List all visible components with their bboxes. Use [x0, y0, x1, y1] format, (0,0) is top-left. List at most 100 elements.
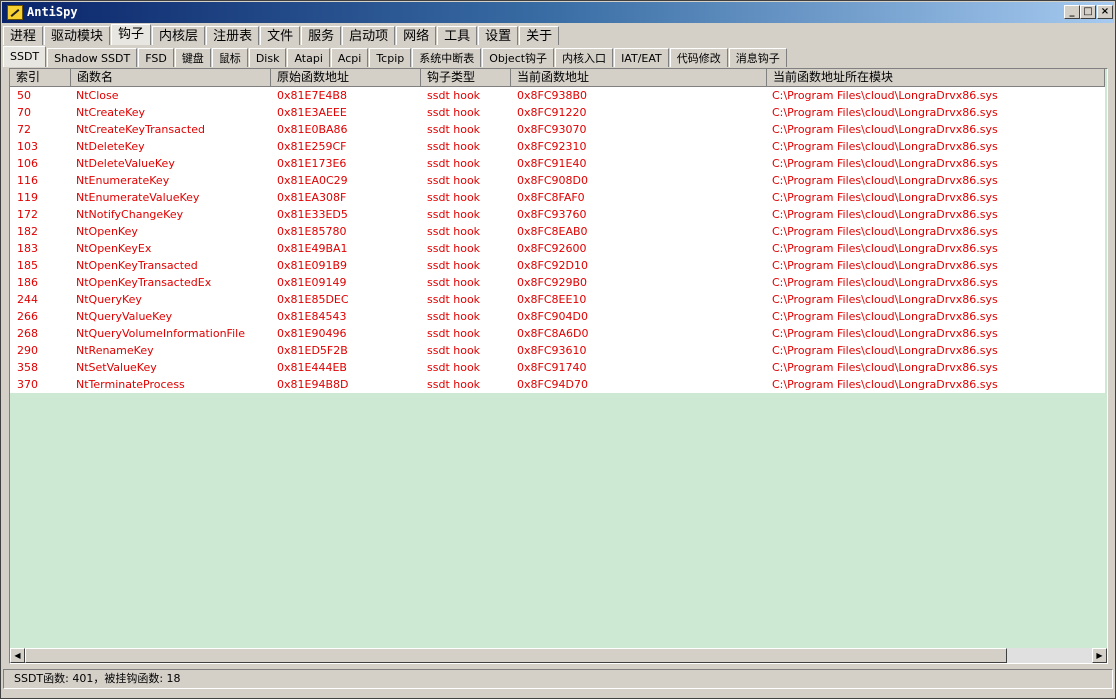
table-cell: 0x81E444EB	[277, 361, 347, 374]
sub-tab-12[interactable]: IAT/EAT	[614, 48, 669, 67]
sub-tab-5[interactable]: Disk	[248, 48, 287, 67]
table-cell: 0x8FC93610	[517, 344, 587, 357]
column-header-5[interactable]: 当前函数地址所在模块	[767, 69, 1105, 87]
table-row[interactable]: 172 NtNotifyChangeKey 0x81E33ED5 ssdt hook 0…	[10, 206, 1105, 223]
main-tab-0[interactable]: 进程	[3, 26, 44, 45]
column-header-3[interactable]: 钩子类型	[421, 69, 511, 87]
table-cell: 0x8FC92310	[517, 140, 587, 153]
table-cell: 0x81E7E4B8	[277, 89, 347, 102]
table-cell: NtOpenKeyTransacted	[76, 259, 198, 272]
table-cell: 103	[17, 140, 38, 153]
table-row[interactable]: 72 NtCreateKeyTransacted 0x81E0BA86 ssdt ho…	[10, 121, 1105, 138]
table-cell: ssdt hook	[427, 327, 481, 340]
table-cell: 244	[17, 293, 38, 306]
table-cell: 0x8FC92D10	[517, 259, 588, 272]
table-row[interactable]: 70 NtCreateKey 0x81E3AEEE ssdt hook 0x8FC912…	[10, 104, 1105, 121]
table-row[interactable]: 185 NtOpenKeyTransacted 0x81E091B9 ssdt hoo…	[10, 257, 1105, 274]
sub-tab-3[interactable]: 键盘	[174, 48, 211, 67]
column-header-0[interactable]: 索引	[10, 69, 71, 87]
sub-tab-7[interactable]: Acpi	[330, 48, 369, 67]
table-row[interactable]: 268 NtQueryVolumeInformationFile 0x81E9049…	[10, 325, 1105, 342]
sub-tab-11[interactable]: 内核入口	[555, 48, 614, 67]
table-cell: 0x81E3AEEE	[277, 106, 347, 119]
sub-tab-14[interactable]: 消息钩子	[728, 48, 787, 67]
table-cell: C:\Program Files\cloud\LongraDrvx86.sys	[772, 106, 998, 119]
main-tab-3[interactable]: 内核层	[152, 26, 206, 45]
table-cell: NtClose	[76, 89, 119, 102]
main-tab-6[interactable]: 服务	[301, 26, 342, 45]
table-row[interactable]: 103 NtDeleteKey 0x81E259CF ssdt hook 0x8FC92…	[10, 138, 1105, 155]
table-cell: NtCreateKey	[76, 106, 146, 119]
table-cell: 0x8FC91E40	[517, 157, 587, 170]
table-row[interactable]: 119 NtEnumerateValueKey 0x81EA308F ssdt hoo…	[10, 189, 1105, 206]
table-cell: C:\Program Files\cloud\LongraDrvx86.sys	[772, 344, 998, 357]
sub-tab-9[interactable]: 系统中断表	[412, 48, 482, 67]
table-row[interactable]: 290 NtRenameKey 0x81ED5F2B ssdt hook 0x8FC93…	[10, 342, 1105, 359]
column-header-4[interactable]: 当前函数地址	[511, 69, 767, 87]
main-tab-10[interactable]: 设置	[478, 26, 519, 45]
table-row[interactable]: 183 NtOpenKeyEx 0x81E49BA1 ssdt hook 0x8FC92…	[10, 240, 1105, 257]
table-cell: C:\Program Files\cloud\LongraDrvx86.sys	[772, 140, 998, 153]
table-cell: 116	[17, 174, 38, 187]
table-cell: ssdt hook	[427, 157, 481, 170]
scroll-left-icon[interactable]: ◀	[10, 648, 25, 663]
table-cell: ssdt hook	[427, 378, 481, 391]
sub-tab-4[interactable]: 鼠标	[211, 48, 248, 67]
horizontal-scrollbar[interactable]: ◀ ▶	[10, 648, 1107, 663]
sub-tab-10[interactable]: Object钩子	[482, 48, 555, 67]
table-cell: 0x81E94B8D	[277, 378, 349, 391]
app-icon	[7, 5, 23, 20]
table-cell: 0x8FC91740	[517, 361, 587, 374]
minimize-button[interactable]: _	[1064, 5, 1080, 19]
column-header-1[interactable]: 函数名	[71, 69, 271, 87]
table-cell: C:\Program Files\cloud\LongraDrvx86.sys	[772, 259, 998, 272]
table-cell: NtEnumerateValueKey	[76, 191, 200, 204]
main-tab-11[interactable]: 关于	[519, 26, 560, 45]
main-tab-7[interactable]: 启动项	[342, 26, 396, 45]
table-row[interactable]: 182 NtOpenKey 0x81E85780 ssdt hook 0x8FC8EAB…	[10, 223, 1105, 240]
main-tab-1[interactable]: 驱动模块	[44, 26, 111, 45]
table-cell: 0x81E49BA1	[277, 242, 348, 255]
table-cell: ssdt hook	[427, 89, 481, 102]
sub-tab-1[interactable]: Shadow SSDT	[47, 48, 138, 67]
hook-list[interactable]: 索引 函数名 原始函数地址 钩子类型 当前函数地址 当前函数地址所在模块 50 NtClos…	[9, 68, 1108, 664]
table-cell: ssdt hook	[427, 106, 481, 119]
table-row[interactable]: 266 NtQueryValueKey 0x81E84543 ssdt hook 0x8…	[10, 308, 1105, 325]
table-row[interactable]: 116 NtEnumerateKey 0x81EA0C29 ssdt hook 0x8F…	[10, 172, 1105, 189]
sub-tab-0[interactable]: SSDT	[3, 46, 47, 67]
table-cell: C:\Program Files\cloud\LongraDrvx86.sys	[772, 327, 998, 340]
table-row[interactable]: 106 NtDeleteValueKey 0x81E173E6 ssdt hook 0x…	[10, 155, 1105, 172]
table-cell: ssdt hook	[427, 276, 481, 289]
table-cell: 0x8FC929B0	[517, 276, 588, 289]
table-row[interactable]: 244 NtQueryKey 0x81E85DEC ssdt hook 0x8FC8EE…	[10, 291, 1105, 308]
close-button[interactable]: ×	[1097, 5, 1113, 19]
title-bar[interactable]: AntiSpy _ □ ×	[2, 2, 1114, 23]
main-tab-4[interactable]: 注册表	[206, 26, 260, 45]
sub-tab-2[interactable]: FSD	[138, 48, 174, 67]
scroll-right-icon[interactable]: ▶	[1092, 648, 1107, 663]
main-tab-8[interactable]: 网络	[396, 26, 437, 45]
table-row[interactable]: 370 NtTerminateProcess 0x81E94B8D ssdt hook…	[10, 376, 1105, 393]
sub-tab-8[interactable]: Tcpip	[369, 48, 412, 67]
table-cell: 0x81E85DEC	[277, 293, 349, 306]
table-cell: ssdt hook	[427, 259, 481, 272]
table-row[interactable]: 186 NtOpenKeyTransactedEx 0x81E09149 ssdt h…	[10, 274, 1105, 291]
sub-tab-6[interactable]: Atapi	[287, 48, 330, 67]
table-row[interactable]: 50 NtClose 0x81E7E4B8 ssdt hook 0x8FC938B0 C:…	[10, 87, 1105, 104]
table-cell: NtQueryKey	[76, 293, 142, 306]
main-tab-2[interactable]: 钩子	[111, 24, 152, 45]
column-header-2[interactable]: 原始函数地址	[271, 69, 421, 87]
table-cell: 0x81E09149	[277, 276, 347, 289]
table-cell: C:\Program Files\cloud\LongraDrvx86.sys	[772, 361, 998, 374]
table-row[interactable]: 358 NtSetValueKey 0x81E444EB ssdt hook 0x8FC…	[10, 359, 1105, 376]
table-cell: 0x81EA0C29	[277, 174, 348, 187]
table-cell: ssdt hook	[427, 310, 481, 323]
main-tab-9[interactable]: 工具	[437, 26, 478, 45]
table-cell: 183	[17, 242, 38, 255]
sub-tab-13[interactable]: 代码修改	[669, 48, 728, 67]
scroll-thumb[interactable]	[25, 648, 1007, 663]
maximize-button[interactable]: □	[1080, 5, 1096, 19]
table-cell: ssdt hook	[427, 293, 481, 306]
table-cell: C:\Program Files\cloud\LongraDrvx86.sys	[772, 123, 998, 136]
main-tab-5[interactable]: 文件	[260, 26, 301, 45]
